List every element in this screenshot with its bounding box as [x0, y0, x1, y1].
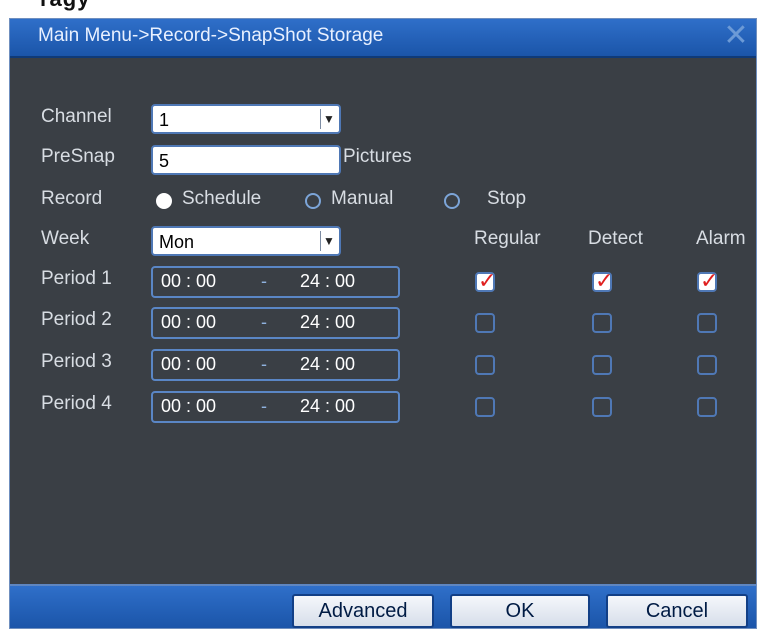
period-2-end: 24 : 00 [300, 312, 356, 332]
period-1-regular-checkbox[interactable] [475, 268, 496, 294]
button-bar: Advanced OK Cancel [10, 584, 756, 628]
record-label: Record [41, 188, 103, 209]
week-value: Mon [159, 232, 195, 252]
ok-button[interactable]: OK [450, 594, 590, 628]
week-select[interactable]: Mon ▼ [151, 226, 341, 256]
presnap-input[interactable]: 5 [151, 145, 341, 175]
period-1-label: Period 1 [41, 268, 112, 289]
period-4-label: Period 4 [41, 393, 112, 414]
presnap-label: PreSnap [41, 146, 115, 167]
window-title: Main Menu->Record->SnapShot Storage [38, 25, 384, 46]
period-1-alarm-checkbox[interactable] [697, 268, 718, 294]
chevron-down-icon: ▼ [320, 231, 337, 251]
advanced-button[interactable]: Advanced [292, 594, 434, 628]
detect-column-header: Detect [588, 228, 643, 249]
period-3-label: Period 3 [41, 351, 112, 372]
period-2-label: Period 2 [41, 309, 112, 330]
time-separator: - [261, 396, 267, 416]
time-separator: - [261, 271, 267, 291]
cancel-button[interactable]: Cancel [606, 594, 748, 628]
period-2-regular-checkbox[interactable] [475, 313, 495, 333]
time-separator: - [261, 312, 267, 332]
snapshot-storage-window: Main Menu->Record->SnapShot Storage ✕ Ch… [9, 18, 757, 629]
period-2-time-range[interactable]: 00 : 00 - 24 : 00 [151, 307, 400, 339]
record-stop-radio[interactable] [444, 193, 460, 209]
period-4-start: 00 : 00 [161, 396, 217, 416]
channel-value: 1 [159, 110, 170, 130]
period-3-start: 00 : 00 [161, 354, 217, 374]
period-1-detect-checkbox[interactable] [592, 268, 613, 294]
week-label: Week [41, 228, 90, 249]
period-3-regular-checkbox[interactable] [475, 355, 495, 375]
alarm-column-header: Alarm [696, 228, 746, 249]
period-2-detect-checkbox[interactable] [592, 313, 612, 333]
period-2-start: 00 : 00 [161, 312, 217, 332]
settings-panel: Channel 1 ▼ PreSnap 5 Pictures Record Sc… [10, 58, 756, 586]
record-schedule-label: Schedule [182, 188, 262, 209]
period-3-end: 24 : 00 [300, 354, 356, 374]
chevron-down-icon: ▼ [320, 109, 337, 129]
record-stop-label: Stop [487, 188, 527, 209]
record-schedule-radio[interactable] [156, 193, 172, 209]
period-1-end: 24 : 00 [300, 271, 356, 291]
period-4-alarm-checkbox[interactable] [697, 397, 717, 417]
period-4-regular-checkbox[interactable] [475, 397, 495, 417]
channel-select[interactable]: 1 ▼ [151, 104, 341, 134]
title-bar: Main Menu->Record->SnapShot Storage ✕ [10, 19, 756, 58]
close-icon[interactable]: ✕ [722, 21, 750, 51]
regular-column-header: Regular [474, 228, 541, 249]
presnap-value: 5 [159, 151, 170, 171]
period-4-end: 24 : 00 [300, 396, 356, 416]
record-manual-label: Manual [331, 188, 394, 209]
record-manual-radio[interactable] [305, 193, 321, 209]
time-separator: - [261, 354, 267, 374]
period-2-alarm-checkbox[interactable] [697, 313, 717, 333]
channel-label: Channel [41, 106, 112, 127]
period-4-time-range[interactable]: 00 : 00 - 24 : 00 [151, 391, 400, 423]
period-3-detect-checkbox[interactable] [592, 355, 612, 375]
period-4-detect-checkbox[interactable] [592, 397, 612, 417]
period-3-alarm-checkbox[interactable] [697, 355, 717, 375]
period-1-start: 00 : 00 [161, 271, 217, 291]
partial-header-text: ragy [40, 0, 90, 12]
pictures-label: Pictures [343, 146, 412, 167]
period-1-time-range[interactable]: 00 : 00 - 24 : 00 [151, 266, 400, 298]
period-3-time-range[interactable]: 00 : 00 - 24 : 00 [151, 349, 400, 381]
